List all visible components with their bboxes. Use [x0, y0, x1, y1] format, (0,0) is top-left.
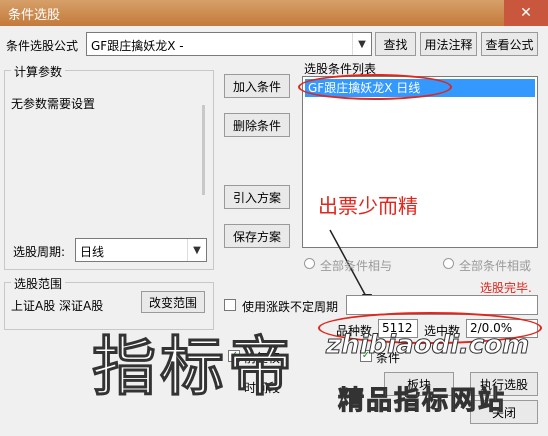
- period-label: 选股周期:: [13, 245, 66, 259]
- change-range-button[interactable]: 改变范围: [141, 291, 205, 313]
- view-formula-button[interactable]: 查看公式: [481, 32, 538, 56]
- formula-label: 条件选股公式: [6, 39, 79, 53]
- import-scheme-button[interactable]: 引入方案: [224, 185, 290, 209]
- add-condition-button[interactable]: 加入条件: [224, 74, 290, 98]
- delete-condition-button[interactable]: 删除条件: [224, 113, 290, 137]
- window-title: 条件选股: [8, 8, 61, 23]
- find-button[interactable]: 查找: [375, 32, 416, 56]
- watermark-url: zhibiaodi.com: [325, 330, 530, 361]
- params-scrollbar[interactable]: [202, 105, 205, 195]
- range-group-title: 选股范围: [11, 275, 66, 292]
- title-bar: 条件选股 ✕: [0, 0, 548, 26]
- range-markets: 上证A股 深证A股: [11, 299, 104, 313]
- variable-period-checkbox[interactable]: [224, 299, 236, 311]
- close-icon[interactable]: ✕: [504, 0, 548, 26]
- highlight-ellipse: [298, 74, 452, 100]
- params-text: 无参数需要设置: [11, 97, 96, 111]
- params-group: 计算参数 无参数需要设置 选股周期: 日线 ▼: [4, 63, 214, 270]
- or-radio[interactable]: [443, 258, 454, 269]
- and-radio[interactable]: [304, 258, 315, 269]
- usage-button[interactable]: 用法注释: [420, 32, 477, 56]
- save-scheme-button[interactable]: 保存方案: [224, 224, 290, 248]
- variable-period-label: 使用涨跌不定周期: [242, 300, 339, 314]
- formula-value: GF跟庄擒妖龙X -: [91, 39, 184, 53]
- chevron-down-icon[interactable]: ▼: [187, 239, 206, 261]
- or-label: 全部条件相或: [459, 259, 532, 273]
- chevron-down-icon[interactable]: ▼: [352, 33, 371, 55]
- watermark-sub: 精品指标网站: [337, 386, 507, 417]
- period-value: 日线: [80, 245, 105, 259]
- annotation-text: 出票少而精: [318, 194, 418, 218]
- formula-select[interactable]: GF跟庄擒妖龙X - ▼: [86, 32, 372, 56]
- watermark-big: 指标帝: [92, 331, 296, 406]
- and-label: 全部条件相与: [320, 259, 393, 273]
- done-status: 选股完毕.: [480, 281, 532, 295]
- period-select[interactable]: 日线 ▼: [75, 238, 207, 262]
- params-group-title: 计算参数: [11, 63, 66, 80]
